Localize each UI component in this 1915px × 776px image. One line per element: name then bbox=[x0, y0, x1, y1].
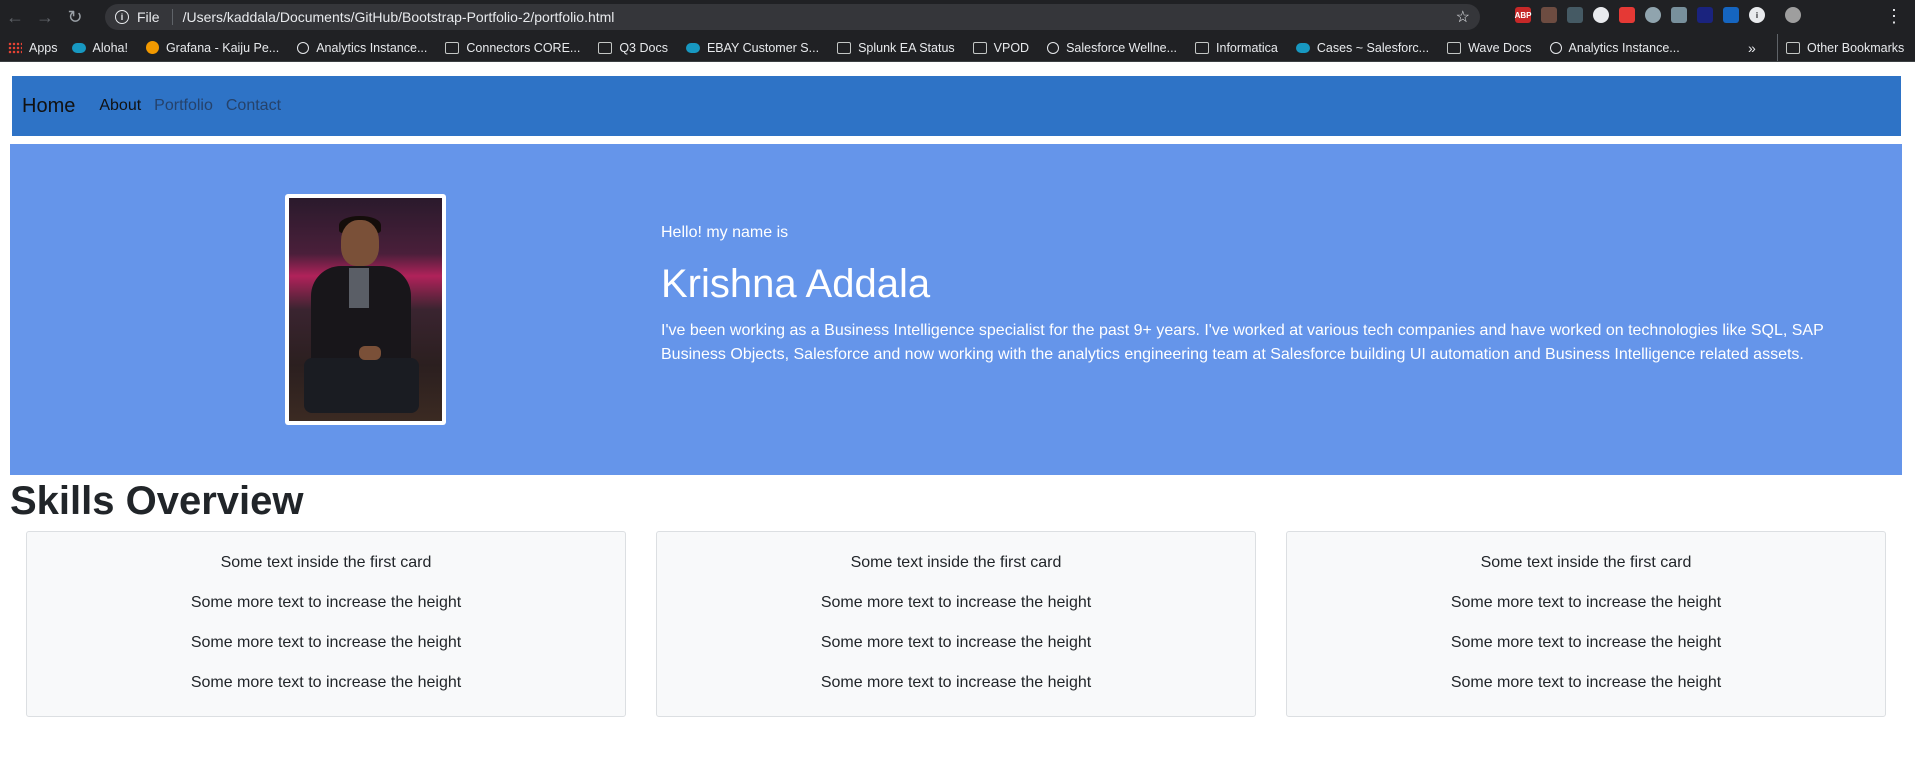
card-text: Some more text to increase the height bbox=[820, 674, 1092, 691]
card-text: Some more text to increase the height bbox=[820, 594, 1092, 611]
card-text: Some more text to increase the height bbox=[190, 594, 462, 611]
card-text: Some more text to increase the height bbox=[1450, 634, 1722, 651]
bookmark-item[interactable]: Splunk EA Status bbox=[837, 41, 955, 55]
nav-brand-home[interactable]: Home bbox=[22, 95, 75, 118]
folder-icon bbox=[1447, 41, 1462, 54]
extension-devtools-icon[interactable] bbox=[1723, 7, 1739, 23]
globe-icon bbox=[1047, 41, 1060, 54]
salesforce-cloud-icon bbox=[685, 42, 700, 53]
browser-toolbar: ← → ↻ i File /Users/kaddala/Documents/Gi… bbox=[0, 0, 1915, 34]
extension-video-icon[interactable] bbox=[1619, 7, 1635, 23]
bookmark-item[interactable]: Wave Docs bbox=[1447, 41, 1532, 55]
salesforce-cloud-icon bbox=[1295, 42, 1310, 53]
skill-card: Some text inside the first card Some mor… bbox=[1286, 531, 1886, 717]
bookmark-item[interactable]: Apps bbox=[8, 41, 58, 55]
apps-grid-icon bbox=[8, 41, 22, 54]
bookmark-item[interactable]: Salesforce Wellne... bbox=[1047, 41, 1177, 55]
card-text: Some more text to increase the height bbox=[190, 674, 462, 691]
site-navbar: Home About Portfolio Contact bbox=[12, 76, 1901, 136]
bookmark-item[interactable]: Q3 Docs bbox=[598, 41, 668, 55]
bookmark-item[interactable]: Cases ~ Salesforc... bbox=[1295, 41, 1429, 55]
profile-photo bbox=[289, 198, 442, 421]
bookmark-item[interactable]: Analytics Instance... bbox=[1549, 41, 1680, 55]
extension-check-icon[interactable] bbox=[1697, 7, 1713, 23]
bookmark-item[interactable]: Connectors CORE... bbox=[445, 41, 580, 55]
browser-menu-icon[interactable]: ⋮ bbox=[1885, 6, 1903, 27]
skill-card: Some text inside the first card Some mor… bbox=[656, 531, 1256, 717]
forward-arrow-icon[interactable]: → bbox=[30, 0, 60, 34]
bookmark-item[interactable]: Informatica bbox=[1195, 41, 1278, 55]
nav-link-about[interactable]: About bbox=[99, 97, 141, 115]
bookmark-item[interactable]: Aloha! bbox=[71, 41, 128, 55]
hero-name: Krishna Addala bbox=[661, 262, 931, 306]
folder-icon bbox=[972, 41, 987, 54]
card-text: Some text inside the first card bbox=[850, 554, 1062, 571]
globe-icon bbox=[1549, 41, 1562, 54]
address-bar[interactable]: i File /Users/kaddala/Documents/GitHub/B… bbox=[105, 4, 1480, 30]
hero-greeting: Hello! my name is bbox=[661, 224, 789, 241]
skills-title: Skills Overview bbox=[10, 479, 304, 523]
hero-bio: I've been working as a Business Intellig… bbox=[661, 322, 1824, 363]
profile-photo-frame bbox=[285, 194, 446, 425]
card-text: Some more text to increase the height bbox=[1450, 594, 1722, 611]
extension-circle-icon[interactable] bbox=[1593, 7, 1609, 23]
bookmark-item[interactable]: EBAY Customer S... bbox=[685, 41, 819, 55]
card-text: Some more text to increase the height bbox=[190, 634, 462, 651]
back-arrow-icon[interactable]: ← bbox=[0, 0, 30, 34]
folder-icon bbox=[1786, 42, 1800, 54]
card-text: Some more text to increase the height bbox=[1450, 674, 1722, 691]
grafana-icon bbox=[145, 41, 159, 54]
url-scheme: File bbox=[137, 9, 160, 25]
url-text[interactable]: /Users/kaddala/Documents/GitHub/Bootstra… bbox=[183, 9, 615, 25]
nav-link-portfolio[interactable]: Portfolio bbox=[154, 97, 213, 115]
extension-info-icon[interactable]: i bbox=[1749, 7, 1765, 23]
card-text: Some text inside the first card bbox=[1480, 554, 1692, 571]
info-icon[interactable]: i bbox=[115, 10, 129, 24]
reload-icon[interactable]: ↻ bbox=[60, 0, 90, 34]
folder-icon bbox=[837, 41, 852, 54]
card-text: Some text inside the first card bbox=[220, 554, 432, 571]
bookmark-item[interactable]: Analytics Instance... bbox=[297, 41, 427, 55]
page-content: Home About Portfolio Contact Hello! my n… bbox=[0, 62, 1915, 776]
profile-avatar-icon[interactable] bbox=[1785, 7, 1801, 23]
card-text: Some more text to increase the height bbox=[820, 634, 1092, 651]
extension-off-icon[interactable] bbox=[1541, 7, 1557, 23]
url-divider bbox=[171, 9, 173, 25]
bookmarks-overflow-button[interactable]: » bbox=[1748, 40, 1756, 56]
hero-text: Hello! my name is Krishna Addala I've be… bbox=[661, 224, 1861, 367]
extension-bolt-icon[interactable] bbox=[1645, 7, 1661, 23]
globe-icon bbox=[297, 41, 310, 54]
folder-icon bbox=[1195, 41, 1210, 54]
other-bookmarks[interactable]: Other Bookmarks bbox=[1777, 34, 1904, 61]
extensions-bar: ABP i bbox=[1515, 7, 1801, 23]
nav-link-contact[interactable]: Contact bbox=[226, 97, 281, 115]
salesforce-cloud-icon bbox=[71, 42, 86, 53]
hero-jumbotron: Hello! my name is Krishna Addala I've be… bbox=[10, 144, 1902, 475]
bookmark-item[interactable]: VPOD bbox=[972, 41, 1029, 55]
extension-dots-icon[interactable] bbox=[1567, 7, 1583, 23]
extension-window-icon[interactable] bbox=[1671, 7, 1687, 23]
bookmarks-bar: Apps Aloha! Grafana - Kaiju Pe... Analyt… bbox=[0, 34, 1915, 62]
folder-icon bbox=[445, 41, 460, 54]
folder-icon bbox=[598, 41, 613, 54]
skill-card: Some text inside the first card Some mor… bbox=[26, 531, 626, 717]
bookmark-star-icon[interactable]: ☆ bbox=[1456, 7, 1470, 27]
adblock-icon[interactable]: ABP bbox=[1515, 7, 1531, 23]
bookmark-item[interactable]: Grafana - Kaiju Pe... bbox=[145, 41, 279, 55]
